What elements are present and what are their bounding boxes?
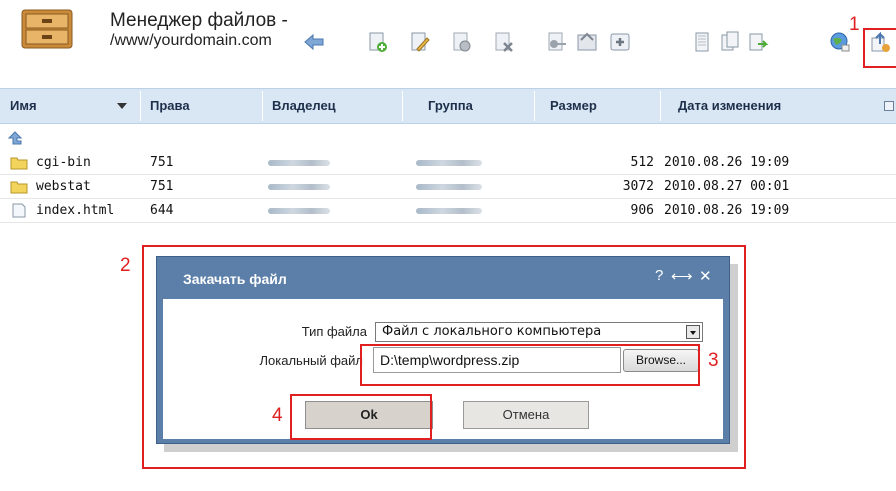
move-icon[interactable] xyxy=(746,30,770,54)
upload-highlight-box xyxy=(863,28,896,68)
duplicate-icon[interactable] xyxy=(718,30,742,54)
group-redacted xyxy=(416,160,482,166)
file-perms: 644 xyxy=(150,203,174,218)
column-options-icon[interactable] xyxy=(884,101,894,111)
back-arrow-icon[interactable] xyxy=(302,30,326,54)
file-table-header: Имя Права Владелец Группа Размер Дата из… xyxy=(0,88,896,124)
file-type-select[interactable]: Файл с локального компьютера xyxy=(375,322,703,342)
expand-icon[interactable]: ⟷ xyxy=(671,267,693,285)
col-perms-header[interactable]: Права xyxy=(150,89,190,123)
callout-4-label: 4 xyxy=(272,405,283,426)
current-path: /www/yourdomain.com xyxy=(110,32,272,49)
column-divider xyxy=(660,91,661,121)
help-icon[interactable]: ? xyxy=(655,267,663,284)
group-redacted xyxy=(416,184,482,190)
permissions-icon[interactable] xyxy=(545,30,569,54)
sort-desc-icon[interactable] xyxy=(117,103,127,109)
archive-icon[interactable] xyxy=(575,30,599,54)
app-title: Менеджер файлов - xyxy=(110,10,288,31)
table-row[interactable]: index.html 644 906 2010.08.26 19:09 xyxy=(0,200,896,223)
extract-icon[interactable] xyxy=(608,30,632,54)
dialog-title: Закачать файл xyxy=(183,271,287,287)
edit-file-icon[interactable] xyxy=(408,30,432,54)
column-divider xyxy=(534,91,535,121)
file-date: 2010.08.27 00:01 xyxy=(664,179,790,194)
file-input-highlight-box xyxy=(360,344,700,386)
col-date-header[interactable]: Дата изменения xyxy=(678,89,781,123)
col-name-header[interactable]: Имя xyxy=(10,89,37,123)
file-cabinet-logo-icon xyxy=(21,9,73,49)
file-date: 2010.08.26 19:09 xyxy=(664,155,790,170)
cancel-button[interactable]: Отмена xyxy=(463,401,589,429)
callout-3-label: 3 xyxy=(708,350,719,371)
column-divider xyxy=(262,91,263,121)
file-name[interactable]: cgi-bin xyxy=(36,152,91,174)
folder-icon xyxy=(10,181,28,194)
file-perms: 751 xyxy=(150,179,174,194)
table-row[interactable]: cgi-bin 751 512 2010.08.26 19:09 xyxy=(0,152,896,175)
column-divider xyxy=(140,91,141,121)
chevron-down-icon[interactable] xyxy=(686,325,700,339)
file-name[interactable]: webstat xyxy=(36,176,91,198)
file-type-label: Тип файла xyxy=(301,324,367,339)
col-owner-header[interactable]: Владелец xyxy=(272,89,336,123)
file-name[interactable]: index.html xyxy=(36,200,114,222)
owner-redacted xyxy=(268,208,330,214)
local-file-label: Локальный файл xyxy=(259,353,364,368)
new-file-icon[interactable] xyxy=(366,30,390,54)
close-icon[interactable]: ✕ xyxy=(699,267,712,285)
col-group-header[interactable]: Группа xyxy=(428,89,473,123)
html-file-icon xyxy=(12,203,26,218)
delete-file-icon[interactable] xyxy=(492,30,516,54)
file-type-value: Файл с локального компьютера xyxy=(382,324,602,339)
file-perms: 751 xyxy=(150,155,174,170)
parent-directory-icon[interactable] xyxy=(6,130,24,146)
file-manager-page: Менеджер файлов - /www/yourdomain.com 1 … xyxy=(0,0,896,491)
group-redacted xyxy=(416,208,482,214)
file-size: 512 xyxy=(630,155,654,170)
file-size: 3072 xyxy=(622,179,654,194)
file-size: 906 xyxy=(630,203,654,218)
folder-icon xyxy=(10,157,28,170)
callout-1-label: 1 xyxy=(849,14,860,35)
table-row[interactable]: webstat 751 3072 2010.08.27 00:01 xyxy=(0,176,896,199)
copy-icon[interactable] xyxy=(690,30,714,54)
owner-redacted xyxy=(268,160,330,166)
file-date: 2010.08.26 19:09 xyxy=(664,203,790,218)
callout-2-label: 2 xyxy=(120,255,131,276)
ok-highlight-box xyxy=(290,394,432,440)
properties-icon[interactable] xyxy=(450,30,474,54)
column-divider xyxy=(402,91,403,121)
owner-redacted xyxy=(268,184,330,190)
col-size-header[interactable]: Размер xyxy=(550,89,597,123)
